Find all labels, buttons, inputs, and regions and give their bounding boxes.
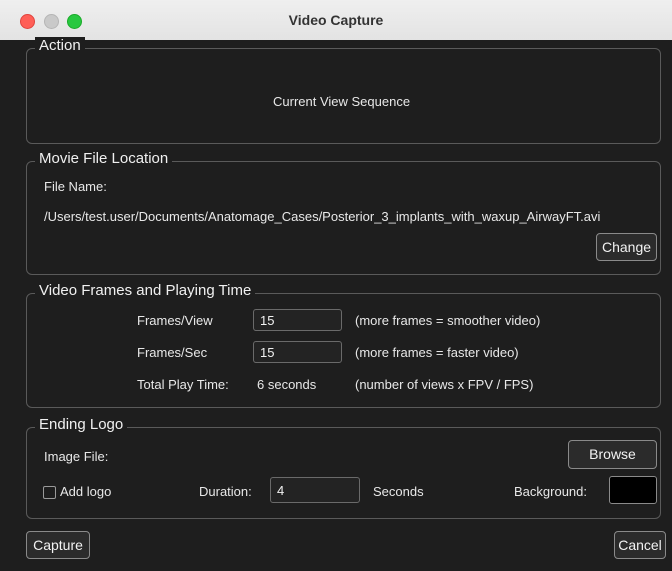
ending-logo-group: Ending Logo Image File: Browse Add logo … [26, 416, 661, 519]
change-button[interactable]: Change [596, 233, 657, 261]
background-label: Background: [514, 484, 587, 499]
background-color-swatch[interactable] [609, 476, 657, 504]
frames-per-sec-note: (more frames = faster video) [355, 345, 519, 360]
total-play-time-note: (number of views x FPV / FPS) [355, 377, 534, 392]
total-play-time-value: 6 seconds [257, 377, 317, 392]
ending-logo-legend: Ending Logo [35, 416, 128, 433]
window-title: Video Capture [288, 12, 384, 28]
capture-button[interactable]: Capture [26, 531, 90, 559]
action-group: Action Current View Sequence [26, 37, 661, 144]
cancel-button[interactable]: Cancel [614, 531, 666, 559]
movie-file-location-group: Movie File Location File Name: /Users/te… [26, 150, 661, 275]
video-frames-group: Video Frames and Playing Time Frames/Vie… [26, 282, 661, 408]
action-value: Current View Sequence [273, 94, 411, 109]
frames-per-sec-input[interactable] [253, 341, 342, 363]
title-bar: Video Capture [0, 0, 672, 41]
dialog-content: Action Current View Sequence Movie File … [0, 37, 672, 571]
frames-per-view-label: Frames/View [137, 313, 213, 328]
add-logo-label: Add logo [60, 484, 112, 499]
movie-file-location-legend: Movie File Location [35, 150, 173, 167]
browse-button[interactable]: Browse [568, 440, 657, 469]
frames-per-view-input[interactable] [253, 309, 342, 331]
action-legend: Action [35, 37, 85, 54]
duration-input[interactable] [270, 477, 360, 503]
video-frames-legend: Video Frames and Playing Time [35, 282, 256, 299]
file-path-text: /Users/test.user/Documents/Anatomage_Cas… [44, 209, 601, 224]
video-capture-window: Video Capture Action Current View Sequen… [0, 0, 672, 571]
add-logo-checkbox[interactable] [43, 486, 56, 499]
duration-label: Duration: [199, 484, 252, 499]
frames-per-sec-label: Frames/Sec [137, 345, 208, 360]
seconds-label: Seconds [373, 484, 424, 499]
total-play-time-label: Total Play Time: [137, 377, 229, 392]
frames-per-view-note: (more frames = smoother video) [355, 313, 541, 328]
file-name-label: File Name: [44, 179, 107, 194]
image-file-label: Image File: [44, 449, 109, 464]
